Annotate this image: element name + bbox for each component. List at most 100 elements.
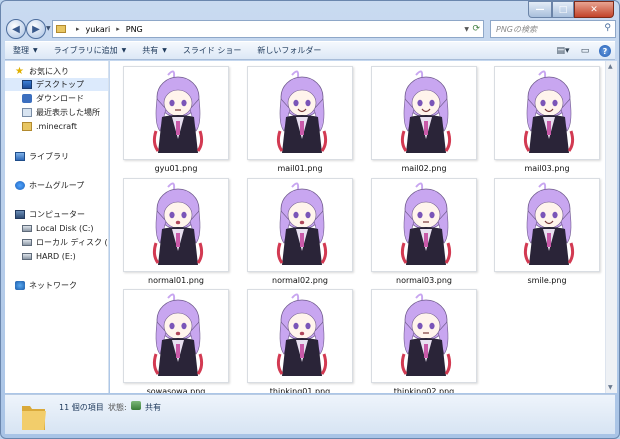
breadcrumb-separator[interactable]: ▸	[116, 25, 120, 33]
drive-icon	[22, 239, 32, 246]
file-item[interactable]: mail03.png	[487, 66, 605, 176]
chevron-down-icon: ▼	[121, 47, 127, 54]
computer-icon	[15, 210, 25, 219]
shared-icon	[131, 401, 141, 410]
file-item[interactable]: thinking02.png	[364, 289, 484, 393]
view-options-icon[interactable]: ▤▾	[555, 43, 571, 59]
sidebar-item-label: コンピューター	[29, 210, 85, 219]
file-name: normal01.png	[148, 276, 204, 285]
sidebar-item-label: ライブラリ	[29, 152, 69, 161]
library-icon	[15, 152, 25, 161]
sidebar-item-computer[interactable]: コンピューター	[5, 208, 108, 221]
sidebar-item-desktop[interactable]: デスクトップ	[5, 78, 108, 91]
sidebar-item-drive-c[interactable]: Local Disk (C:)	[5, 222, 108, 235]
minimize-button[interactable]: —	[528, 1, 552, 18]
organize-button[interactable]: 整理 ▼	[5, 42, 46, 59]
file-thumbnail[interactable]	[371, 66, 477, 160]
state-value: 共有	[145, 403, 161, 412]
slideshow-button[interactable]: スライド ショー	[175, 42, 250, 59]
window-controls: — □ ✕	[528, 1, 614, 18]
recent-places-icon	[22, 108, 32, 117]
refresh-icon[interactable]: ⟳	[472, 24, 480, 34]
state-label: 状態:	[108, 403, 127, 412]
folder-icon	[22, 122, 32, 131]
sidebar-item-homegroup[interactable]: ホームグループ	[5, 179, 108, 192]
file-item[interactable]: mail02.png	[364, 66, 484, 176]
file-name: normal02.png	[272, 276, 328, 285]
details-pane: 11 個の項目 状態: 共有	[5, 394, 615, 434]
sidebar-item-minecraft[interactable]: .minecraft	[5, 120, 108, 133]
file-item[interactable]: normal03.png	[364, 178, 484, 288]
sidebar-item-network[interactable]: ネットワーク	[5, 279, 108, 292]
preview-pane-icon[interactable]: ▭	[577, 43, 593, 59]
drive-icon	[22, 225, 32, 232]
folder-icon	[56, 25, 66, 33]
sidebar-item-label: お気に入り	[29, 67, 69, 76]
share-button[interactable]: 共有 ▼	[134, 42, 175, 59]
sidebar-item-label: デスクトップ	[36, 80, 84, 89]
file-thumbnail[interactable]	[494, 66, 600, 160]
sidebar-item-favorites[interactable]: ★ お気に入り	[5, 65, 108, 78]
file-thumbnail[interactable]	[123, 289, 229, 383]
scroll-up-icon[interactable]: ▲	[608, 63, 613, 70]
sidebar-item-downloads[interactable]: ダウンロード	[5, 92, 108, 105]
back-button[interactable]: ◀	[6, 19, 26, 39]
sidebar-item-libraries[interactable]: ライブラリ	[5, 150, 108, 163]
file-thumbnail[interactable]	[371, 178, 477, 272]
maximize-button[interactable]: □	[552, 1, 574, 18]
include-in-library-button[interactable]: ライブラリに追加 ▼	[46, 42, 135, 59]
organize-label: 整理	[13, 46, 29, 55]
sidebar-item-label: ホームグループ	[29, 181, 85, 190]
desktop-icon	[22, 80, 32, 89]
file-item[interactable]: normal02.png	[240, 178, 360, 288]
address-bar[interactable]: ▸ yukari ▸ PNG ▼ ⟳	[52, 20, 484, 38]
search-icon[interactable]: ⚲	[604, 23, 611, 33]
forward-button[interactable]: ▶	[26, 19, 46, 39]
file-thumbnail[interactable]	[123, 66, 229, 160]
file-thumbnail[interactable]	[247, 178, 353, 272]
sidebar-item-label: ローカル ディスク (	[36, 238, 108, 247]
file-item[interactable]: thinking01.png	[240, 289, 360, 393]
file-name: gyu01.png	[154, 164, 198, 173]
include-library-label: ライブラリに追加	[53, 46, 118, 55]
sidebar-item-drive-e[interactable]: HARD (E:)	[5, 250, 108, 263]
scroll-down-icon[interactable]: ▼	[608, 384, 613, 391]
vertical-scrollbar[interactable]: ▲ ▼	[605, 61, 617, 393]
close-button[interactable]: ✕	[574, 1, 614, 18]
file-item[interactable]: smile.png	[487, 178, 605, 288]
file-item[interactable]: gyu01.png	[116, 66, 236, 176]
file-thumbnail[interactable]	[247, 66, 353, 160]
file-name: thinking01.png	[269, 387, 331, 393]
file-thumbnail[interactable]	[123, 178, 229, 272]
navigation-pane: ★ お気に入り デスクトップ ダウンロード 最近表示した場所 .minecraft…	[5, 61, 109, 393]
slideshow-label: スライド ショー	[182, 46, 242, 55]
breadcrumb-png[interactable]: PNG	[126, 25, 143, 34]
file-thumbnail[interactable]	[494, 178, 600, 272]
file-thumbnail[interactable]	[371, 289, 477, 383]
breadcrumb-yukari[interactable]: yukari	[86, 25, 111, 34]
help-icon[interactable]: ?	[599, 45, 611, 57]
file-thumbnail[interactable]	[247, 289, 353, 383]
file-name: sowasowa.png	[146, 387, 206, 393]
file-item[interactable]: sowasowa.png	[116, 289, 236, 393]
file-name: normal03.png	[396, 276, 452, 285]
chevron-down-icon: ▼	[162, 47, 167, 54]
file-list: gyu01.png mail01.png mail02.png mail03.png n…	[110, 61, 605, 393]
item-count: 11 個の項目	[59, 403, 104, 412]
new-folder-button[interactable]: 新しいフォルダー	[249, 42, 329, 59]
folder-icon	[22, 406, 46, 430]
chevron-down-icon: ▼	[33, 47, 38, 54]
recent-pages-dropdown[interactable]: ▼	[46, 25, 51, 32]
file-item[interactable]: mail01.png	[240, 66, 360, 176]
file-name: mail03.png	[524, 164, 570, 173]
file-item[interactable]: normal01.png	[116, 178, 236, 288]
sidebar-item-label: ダウンロード	[36, 94, 84, 103]
sidebar-item-drive-d[interactable]: ローカル ディスク (	[5, 236, 108, 249]
address-dropdown-icon[interactable]: ▼	[464, 26, 469, 33]
search-input[interactable]: PNGの検索 ⚲	[490, 20, 616, 38]
arrow-right-icon: ▶	[32, 23, 40, 35]
sidebar-item-label: ネットワーク	[29, 281, 77, 290]
file-name: mail01.png	[277, 164, 323, 173]
breadcrumb-separator[interactable]: ▸	[76, 25, 80, 33]
sidebar-item-recent[interactable]: 最近表示した場所	[5, 106, 108, 119]
